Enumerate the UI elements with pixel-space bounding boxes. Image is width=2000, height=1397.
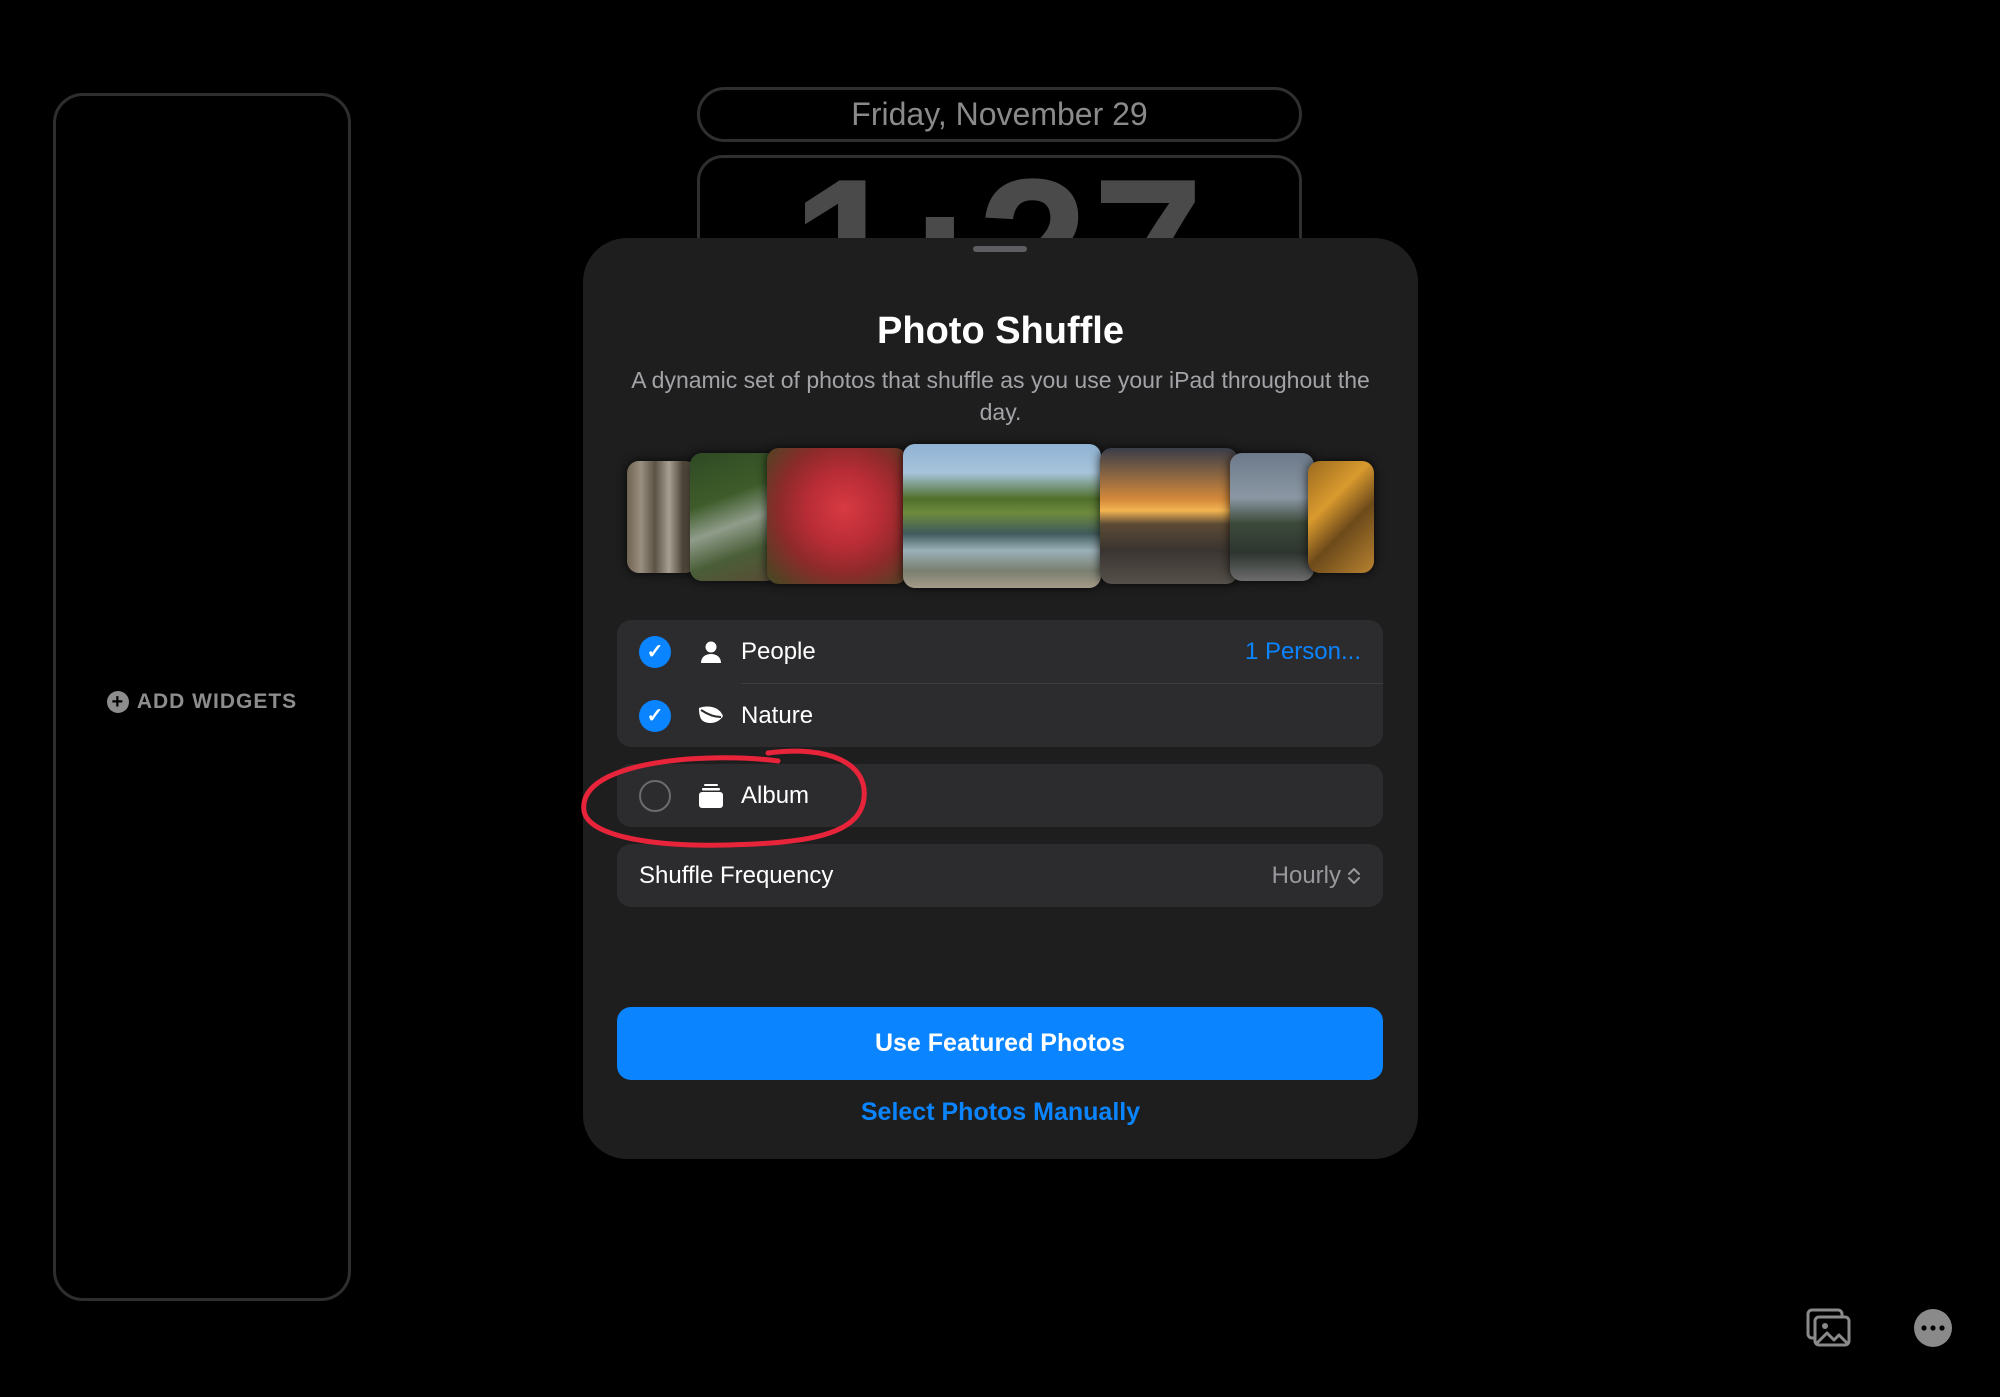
plus-circle-icon: + [106,691,129,713]
photo-thumbnail [690,453,778,581]
gallery-button[interactable] [1805,1306,1853,1350]
option-people[interactable]: ✓ People 1 Person... [617,620,1383,684]
chevron-updown-icon [1348,867,1360,884]
checkmark-icon[interactable]: ✓ [639,699,671,732]
photo-thumbnail [1230,453,1314,581]
frequency-value: Hourly [1271,861,1341,889]
category-group: ✓ People 1 Person... ✓ Nature [617,620,1383,747]
person-icon [697,638,725,666]
annotation-circle [581,748,867,848]
select-photos-manually-button[interactable]: Select Photos Manually [583,1098,1418,1127]
add-widgets-label: ADD WIDGETS [136,690,298,713]
option-label: Nature [741,701,814,729]
date-text: Friday, November 29 [851,96,1148,132]
more-button[interactable] [1914,1309,1952,1347]
frequency-picker[interactable]: Hourly [1272,862,1361,890]
checkmark-icon[interactable]: ✓ [639,635,671,668]
photo-shuffle-sheet: Photo Shuffle A dynamic set of photos th… [583,238,1418,1159]
photo-thumbnail [627,461,697,573]
more-icon [1921,1325,1945,1331]
people-detail-link[interactable]: 1 Person... [1245,638,1361,666]
frequency-label: Shuffle Frequency [639,861,834,889]
photo-thumbnail [903,444,1101,588]
sheet-subtitle: A dynamic set of photos that shuffle as … [631,367,1370,425]
option-nature[interactable]: ✓ Nature [617,684,1383,747]
add-widgets-button[interactable]: + ADD WIDGETS [56,690,348,714]
option-label: People [741,637,816,665]
widget-panel[interactable]: + ADD WIDGETS [53,93,351,1301]
photo-thumbnail [1100,448,1238,584]
sheet-grabber[interactable] [973,246,1027,252]
photo-thumbnail [767,448,907,584]
photo-thumbnail [1308,461,1374,573]
sheet-title: Photo Shuffle [877,310,1124,352]
use-featured-photos-button[interactable]: Use Featured Photos [617,1007,1383,1080]
date-widget[interactable]: Friday, November 29 [697,87,1302,142]
leaf-icon [697,702,725,730]
gallery-icon [1806,1308,1851,1347]
